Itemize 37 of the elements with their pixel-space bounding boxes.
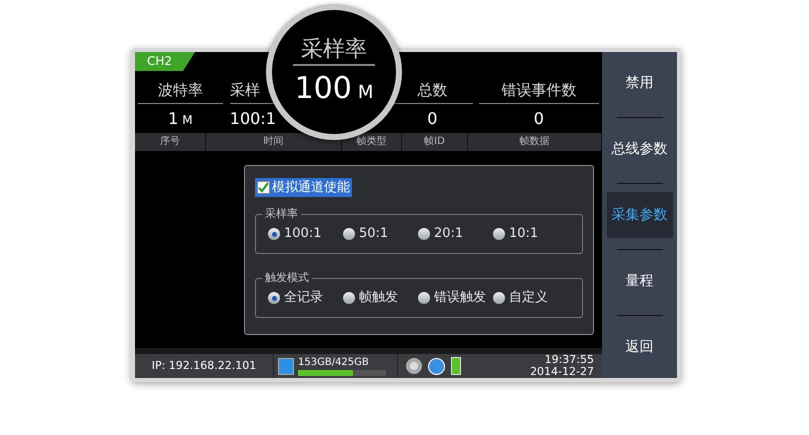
magnified-label: 采样率 — [293, 36, 375, 66]
radio-button[interactable] — [268, 228, 280, 240]
menu-button[interactable]: 总线参数 — [606, 126, 672, 172]
column-header: 帧ID — [402, 132, 468, 150]
radio-button[interactable] — [418, 292, 430, 304]
stat-value: 0 — [532, 108, 545, 130]
menu-button[interactable]: 采集参数 — [606, 192, 672, 238]
checkbox-icon — [257, 181, 270, 194]
clock-date: 2014-12-27 — [530, 366, 594, 378]
menu-button[interactable]: 量程 — [606, 258, 672, 304]
radio-button[interactable] — [343, 292, 355, 304]
stat-value: 1 M — [167, 108, 194, 130]
clock-time: 19:37:55 — [544, 354, 594, 366]
option-label: 20:1 — [434, 225, 464, 244]
radio-button[interactable] — [493, 228, 505, 240]
stat-value: 0 — [426, 108, 438, 130]
option-label: 100:1 — [284, 225, 322, 244]
storage-text: 153GB/425GB — [298, 356, 370, 368]
option-label: 错误触发 — [434, 289, 486, 308]
option-label: 10:1 — [509, 225, 538, 244]
option-label: 自定义 — [509, 289, 548, 308]
radio-button[interactable] — [493, 292, 505, 304]
stat-value: 100:1 — [230, 108, 277, 130]
enable-checkbox[interactable]: 模拟通道使能 — [255, 178, 352, 198]
stat-label: 波特率 — [138, 79, 223, 104]
ip-address: IP: 192.168.22.101 — [150, 358, 258, 374]
radio-button[interactable] — [418, 228, 430, 240]
radio-button[interactable] — [343, 228, 355, 240]
radio-button[interactable] — [268, 292, 280, 304]
menu-button[interactable]: 返回 — [606, 324, 672, 370]
option-label: 全记录 — [284, 289, 323, 308]
option-label: 50:1 — [359, 225, 388, 244]
magnified-value: 100 M — [294, 72, 374, 108]
stat-label: 错误事件数 — [478, 79, 599, 104]
option-label: 帧触发 — [359, 289, 398, 308]
menu-button[interactable]: 禁用 — [606, 60, 672, 106]
column-header: 序号 — [135, 132, 206, 150]
